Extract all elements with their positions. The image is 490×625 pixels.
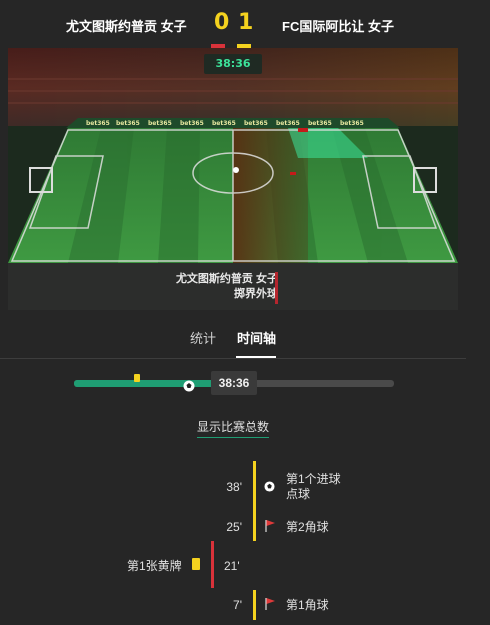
home-team-name: 尤文图斯约普贡 女子 <box>66 19 187 34</box>
match-header: 尤文图斯约普贡 女子 0 1 FC国际阿比让 女子 <box>0 0 490 48</box>
match-pitch-visualization: bet365 bet365 bet365 bet365 bet365 bet36… <box>8 48 458 310</box>
tab-timeline[interactable]: 时间轴 <box>237 328 276 347</box>
sponsor-board: bet365 <box>212 120 236 127</box>
sponsor-board: bet365 <box>86 120 110 127</box>
goal-marker-football-icon <box>183 380 195 392</box>
event-title: 第1个进球 <box>286 472 341 486</box>
divider <box>0 358 466 359</box>
progress-time: 38:36 <box>211 371 257 395</box>
home-event-bar <box>211 541 214 588</box>
timeline-event-row: 38' 第1个进球 点球 <box>0 461 490 513</box>
live-event-label: 尤文图斯约普贡 女子 掷界外球 <box>176 272 278 302</box>
football-icon <box>264 481 275 492</box>
away-score: 1 <box>238 10 254 35</box>
timeline-event-row: 第1张黄牌 21' <box>0 541 490 588</box>
sponsor-board: bet365 <box>244 120 268 127</box>
match-clock: 38:36 <box>204 54 262 74</box>
event-description: 掷界外球 <box>234 288 278 300</box>
event-team-name: 尤文图斯约普贡 女子 <box>175 273 278 285</box>
sponsor-board: bet365 <box>148 120 172 127</box>
sponsor-board: bet365 <box>276 120 300 127</box>
show-match-total-link[interactable]: 显示比赛总数 <box>197 418 270 438</box>
sponsor-board: bet365 <box>116 120 140 127</box>
tab-stats[interactable]: 统计 <box>190 328 216 347</box>
away-event-bar <box>253 461 256 513</box>
event-minute: 25' <box>226 520 242 534</box>
event-title: 第2角球 <box>286 520 329 534</box>
event-title: 第1角球 <box>286 598 329 612</box>
sponsor-board: bet365 <box>308 120 332 127</box>
event-minute: 7' <box>233 598 242 612</box>
event-minute: 38' <box>226 480 242 494</box>
timeline-event-row: 25' 第2角球 <box>0 513 490 541</box>
away-team-name: FC国际阿比让 女子 <box>282 19 394 34</box>
event-team-color-bar <box>275 272 278 304</box>
stadium-graphic: bet365 bet365 bet365 bet365 bet365 bet36… <box>8 48 458 310</box>
corner-flag-icon <box>265 598 275 610</box>
home-score: 0 <box>214 10 230 35</box>
sponsor-board: bet365 <box>180 120 204 127</box>
timeline-event-row: 7' 第1角球 <box>0 590 490 620</box>
corner-flag-icon <box>265 520 275 532</box>
away-event-bar <box>253 590 256 620</box>
event-minute: 21' <box>224 559 240 573</box>
event-title: 第1张黄牌 <box>127 559 182 573</box>
view-tabs: 统计 时间轴 <box>0 322 490 360</box>
yellow-card-marker-icon <box>134 374 140 382</box>
away-event-bar <box>253 513 256 541</box>
sponsor-board: bet365 <box>340 120 364 127</box>
yellow-card-icon <box>192 558 200 570</box>
event-subtitle: 点球 <box>286 487 311 501</box>
